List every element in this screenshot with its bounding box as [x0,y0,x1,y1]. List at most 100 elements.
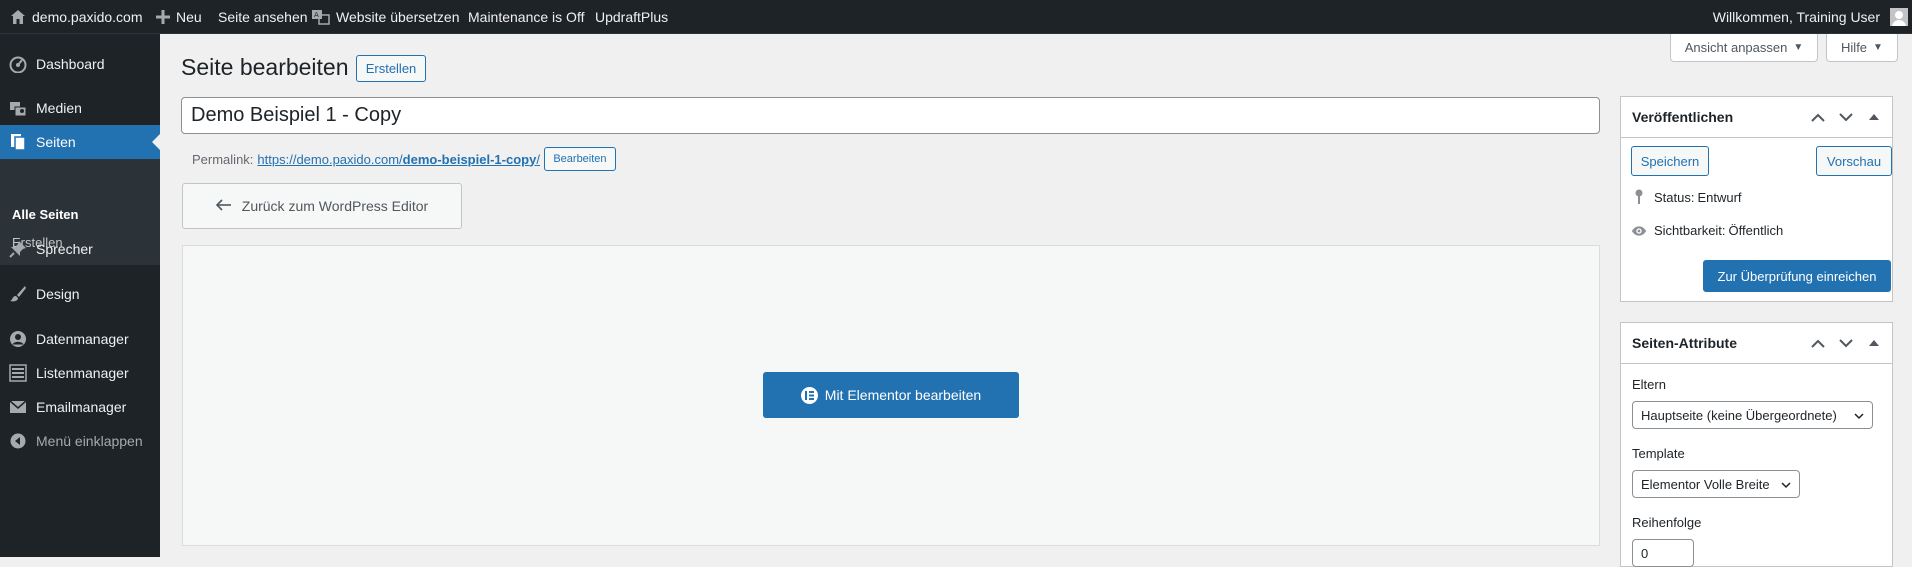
new-label: Neu [176,9,202,25]
brush-icon [0,285,36,303]
maintenance-label: Maintenance is Off [468,9,585,25]
page-title: Seite bearbeiten [181,54,349,80]
submit-for-review-button[interactable]: Zur Überprüfung einreichen [1703,260,1891,292]
status-label: Status: [1654,189,1695,205]
plus-icon [156,10,170,24]
back-button-label: Zurück zum WordPress Editor [241,198,429,214]
template-select[interactable]: Elementor Volle Breite [1632,470,1800,498]
sidebar-item-label: Sprecher [36,241,93,257]
toggle-panel-icon[interactable] [1867,339,1881,348]
translate-label: Website übersetzen [336,9,460,25]
pin-icon [1631,189,1647,205]
order-label: Reihenfolge [1632,515,1702,530]
move-up-icon[interactable] [1811,339,1825,348]
screen-options-label: Ansicht anpassen [1684,40,1788,55]
publish-box-header: Veröffentlichen [1621,97,1892,138]
add-new-button[interactable]: Erstellen [356,55,426,82]
pages-icon [0,133,36,151]
updraftplus-link[interactable]: UpdraftPlus [595,0,668,34]
parent-select[interactable]: Hauptseite (keine Übergeordnete) [1632,401,1873,429]
site-name-link[interactable]: demo.paxido.com [10,0,143,34]
data-icon [0,330,36,348]
visibility-value: Öffentlich [1728,223,1784,238]
view-page-link[interactable]: Seite ansehen [218,0,308,34]
my-account-link[interactable]: Willkommen, Training User [1713,0,1912,34]
preview-button[interactable]: Vorschau [1816,146,1892,176]
help-button[interactable]: Hilfe ▼ [1826,34,1898,62]
visibility-row: Sichtbarkeit: Öffentlich [1631,223,1783,238]
sidebar-item-media[interactable]: Medien [0,91,160,125]
sidebar-item-label: Dashboard [36,56,105,72]
caret-down-icon: ▼ [1873,42,1883,53]
welcome-label: Willkommen, Training User [1712,9,1880,25]
page-attributes-header: Seiten-Attribute [1621,323,1892,364]
arrow-left-icon [215,198,232,214]
collapse-menu-button[interactable]: Menü einklappen [0,424,160,458]
dashboard-icon [0,55,36,73]
order-input[interactable]: 0 [1632,539,1694,567]
move-down-icon[interactable] [1839,338,1853,348]
template-select-value: Elementor Volle Breite [1641,476,1770,492]
chevron-down-icon [1854,408,1864,423]
site-name-label: demo.paxido.com [32,9,143,25]
help-label: Hilfe [1841,40,1868,55]
svg-text:A: A [314,11,319,19]
edit-with-elementor-button[interactable]: Mit Elementor bearbeiten [763,372,1019,418]
permalink-row: Permalink: https://demo.paxido.com/demo-… [192,147,616,171]
sidebar-item-label: Emailmanager [36,399,127,415]
publish-box-title: Veröffentlichen [1632,109,1734,125]
caret-down-icon: ▼ [1793,42,1804,53]
sidebar-item-label: Seiten [36,134,76,150]
sidebar-item-label: Menü einklappen [36,433,143,449]
visibility-label: Sichtbarkeit: [1654,223,1726,238]
sidebar-item-pages[interactable]: Seiten [0,125,160,159]
status-row: Status: Entwurf [1631,189,1742,205]
home-icon [10,9,26,25]
maintenance-link[interactable]: Maintenance is Off [468,0,584,34]
permalink-link[interactable]: https://demo.paxido.com/demo-beispiel-1-… [257,152,540,167]
save-draft-button[interactable]: Speichern [1631,146,1709,176]
submenu-all-pages[interactable]: Alle Seiten [12,207,78,222]
translate-icon: A [312,9,330,25]
chevron-down-icon [1781,477,1791,492]
mail-icon [0,400,36,414]
avatar [1890,8,1908,26]
admin-sidebar: Dashboard Medien Seiten Alle Seiten Erst… [0,34,160,557]
sidebar-item-email-manager[interactable]: Emailmanager [0,390,160,424]
translate-site-link[interactable]: A Website übersetzen [312,0,459,34]
media-icon [0,99,36,117]
sidebar-item-speakers[interactable]: Sprecher [0,232,160,266]
eye-icon [1631,225,1647,237]
parent-label: Eltern [1632,377,1666,392]
page-attributes-box: Seiten-Attribute Eltern Hauptseite (kein… [1620,322,1893,567]
toggle-panel-icon[interactable] [1867,113,1881,122]
collapse-icon [0,433,36,449]
pin-icon [0,240,36,258]
view-page-label: Seite ansehen [218,9,308,25]
sidebar-item-label: Listenmanager [36,365,129,381]
updraftplus-label: UpdraftPlus [595,9,669,25]
elementor-icon [800,386,818,404]
sidebar-item-dashboard[interactable]: Dashboard [0,47,160,81]
permalink-label: Permalink: [192,151,254,167]
sidebar-item-label: Datenmanager [36,331,129,347]
elementor-button-label: Mit Elementor bearbeiten [824,387,982,403]
admin-bar: demo.paxido.com Neu Seite ansehen A Webs… [0,0,1912,34]
permalink-edit-button[interactable]: Bearbeiten [543,147,616,171]
move-down-icon[interactable] [1839,112,1853,122]
sidebar-item-label: Design [36,286,80,302]
new-content-link[interactable]: Neu [156,0,202,34]
parent-select-value: Hauptseite (keine Übergeordnete) [1641,407,1837,423]
screen-options-button[interactable]: Ansicht anpassen ▼ [1670,34,1818,62]
sidebar-item-list-manager[interactable]: Listenmanager [0,356,160,390]
sidebar-item-label: Medien [36,100,82,116]
page-attributes-title: Seiten-Attribute [1632,335,1737,351]
sidebar-item-design[interactable]: Design [0,277,160,311]
post-title-input[interactable]: Demo Beispiel 1 - Copy [181,97,1600,134]
list-icon [0,364,36,382]
move-up-icon[interactable] [1811,113,1825,122]
status-value: Entwurf [1697,189,1742,205]
back-to-wordpress-editor-button[interactable]: Zurück zum WordPress Editor [182,183,462,229]
publish-box: Veröffentlichen Speichern Vorschau Statu… [1620,96,1893,302]
sidebar-item-data-manager[interactable]: Datenmanager [0,322,160,356]
